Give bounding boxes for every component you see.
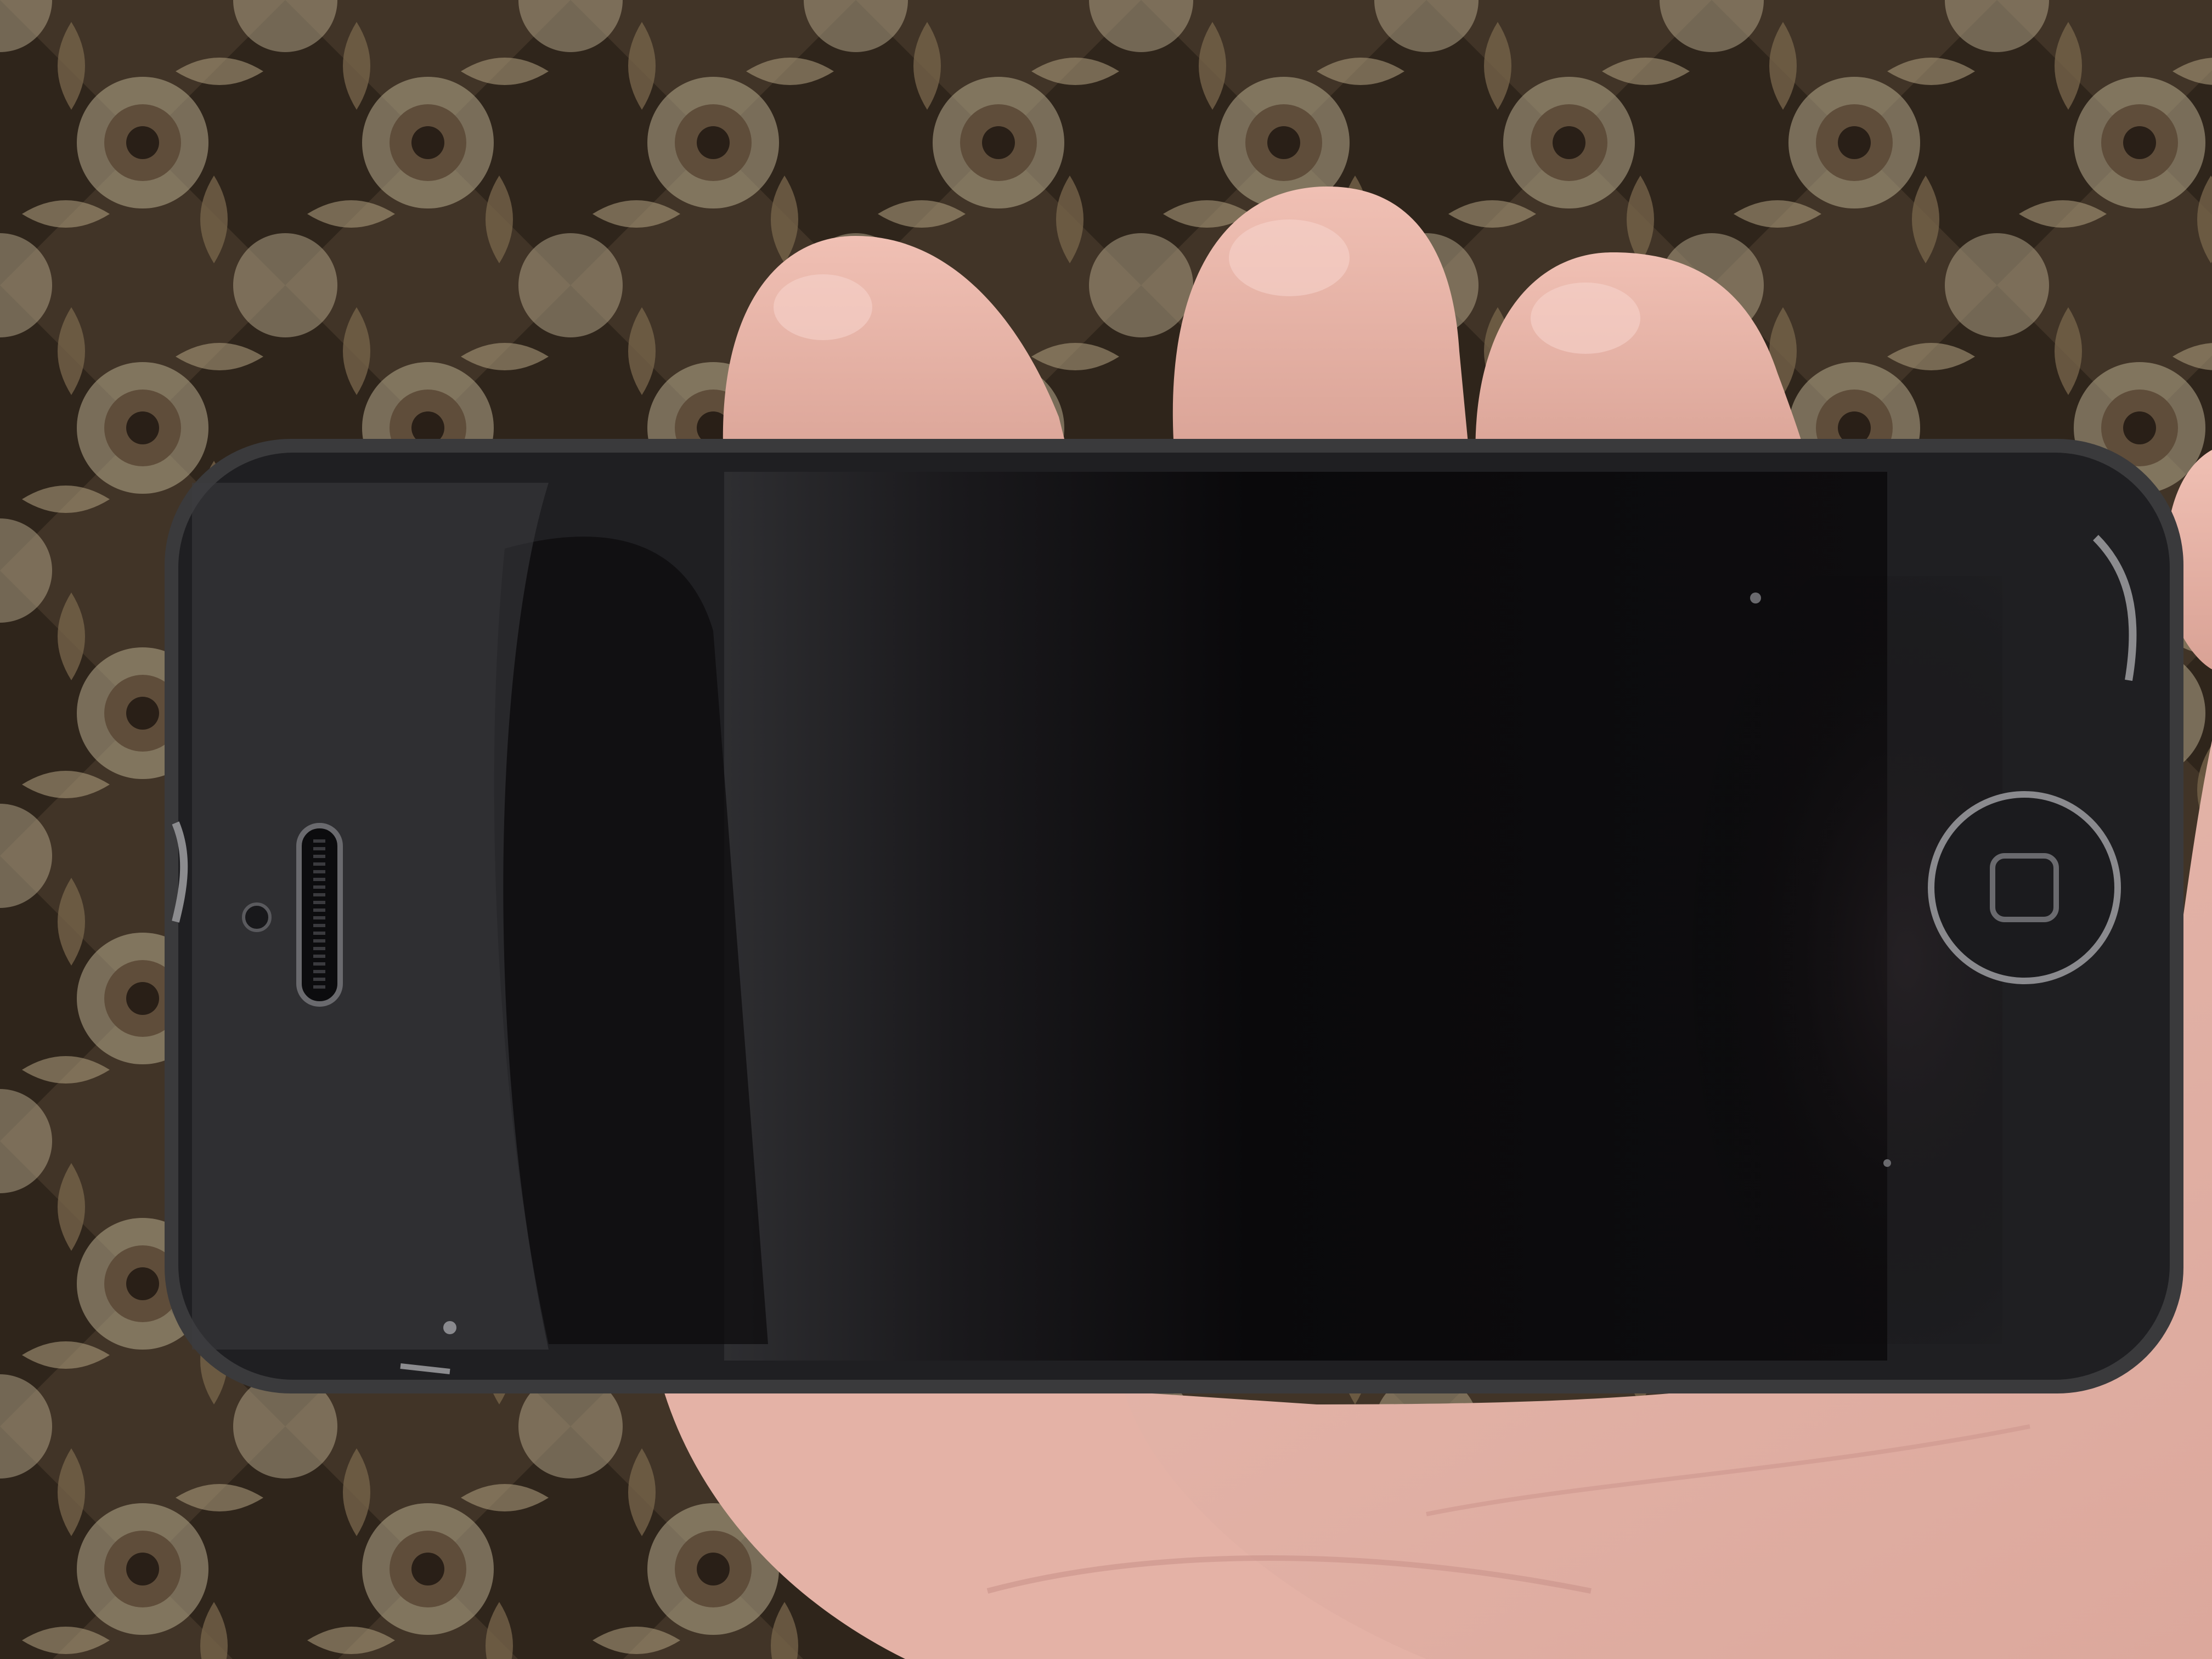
- photo-scene: [0, 0, 2212, 1659]
- home-button[interactable]: [1928, 791, 2121, 984]
- earpiece-speaker: [296, 823, 343, 1007]
- phone: [165, 439, 2183, 1393]
- screen-reflection: [1618, 576, 2002, 1344]
- front-camera: [242, 902, 272, 932]
